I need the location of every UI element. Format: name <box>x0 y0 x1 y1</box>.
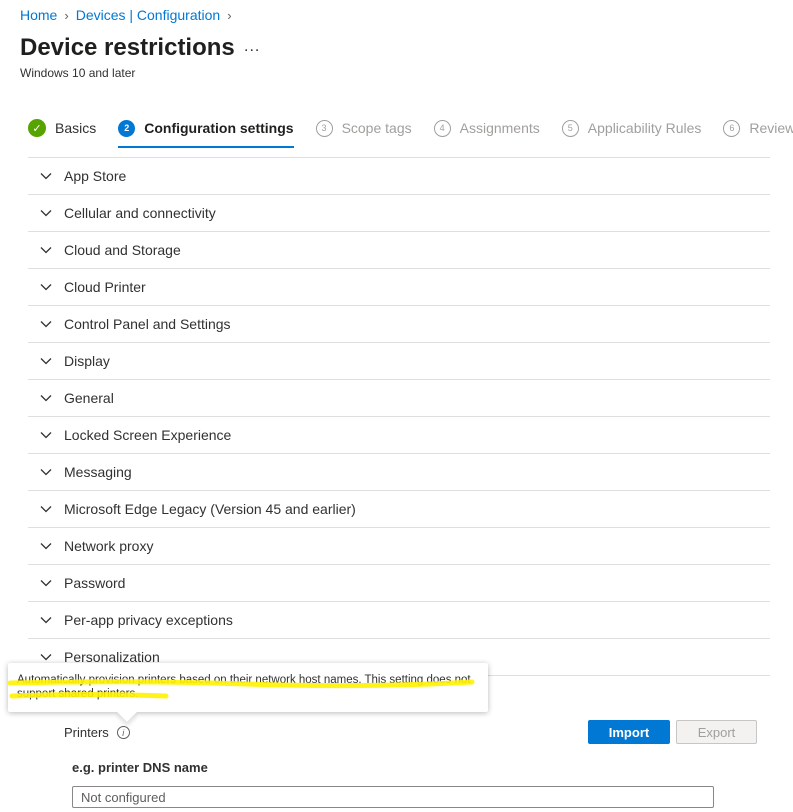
tooltip-beak <box>117 702 137 722</box>
export-button: Export <box>676 720 757 744</box>
chevron-down-icon <box>28 320 64 328</box>
chevron-down-icon <box>28 246 64 254</box>
accordion-item-general[interactable]: General <box>28 380 770 417</box>
chevron-down-icon <box>28 542 64 550</box>
import-button[interactable]: Import <box>588 720 670 744</box>
printer-dns-name-input[interactable] <box>72 786 714 808</box>
chevron-down-icon <box>28 431 64 439</box>
page-subtitle: Windows 10 and later <box>20 66 136 80</box>
settings-accordion: App Store Cellular and connectivity Cloud … <box>28 157 770 676</box>
step-number-icon: 6 <box>723 119 741 137</box>
printers-label-text: Printers <box>64 725 109 740</box>
step-number-icon: 4 <box>433 119 451 137</box>
chevron-down-icon <box>28 505 64 513</box>
step-number-icon: 5 <box>561 119 579 137</box>
info-icon[interactable]: i <box>116 726 130 739</box>
breadcrumb-home[interactable]: Home <box>20 7 57 23</box>
wizard-step-label: Applicability Rules <box>587 120 702 136</box>
wizard-step-label: Configuration settings <box>144 120 294 136</box>
more-options-button[interactable]: ... <box>244 38 260 56</box>
chevron-down-icon <box>28 468 64 476</box>
chevron-right-icon: › <box>227 7 232 23</box>
accordion-item-microsoft-edge-legacy-version-45-and-earlier[interactable]: Microsoft Edge Legacy (Version 45 and ea… <box>28 491 770 528</box>
accordion-item-network-proxy[interactable]: Network proxy <box>28 528 770 565</box>
wizard-step-label: Review <box>749 120 793 136</box>
accordion-item-label: Control Panel and Settings <box>64 316 231 332</box>
accordion-item-locked-screen-experience[interactable]: Locked Screen Experience <box>28 417 770 454</box>
wizard-step-assignments: 4 Assignments <box>433 116 540 140</box>
wizard-step-applicability-rules: 5 Applicability Rules <box>561 116 702 140</box>
chevron-down-icon <box>28 209 64 217</box>
wizard-step-label: Basics <box>55 120 97 136</box>
step-number-icon: 3 <box>315 119 333 137</box>
breadcrumb-devices-configuration[interactable]: Devices | Configuration <box>76 7 220 23</box>
accordion-item-label: App Store <box>64 168 127 184</box>
accordion-item-cloud-printer[interactable]: Cloud Printer <box>28 269 770 306</box>
accordion-item-per-app-privacy-exceptions[interactable]: Per-app privacy exceptions <box>28 602 770 639</box>
accordion-item-label: Cellular and connectivity <box>64 205 216 221</box>
accordion-item-cellular-and-connectivity[interactable]: Cellular and connectivity <box>28 195 770 232</box>
accordion-item-label: Per-app privacy exceptions <box>64 612 233 628</box>
chevron-down-icon <box>28 172 64 180</box>
printers-info-tooltip: Automatically provision printers based o… <box>8 663 488 722</box>
wizard-step-label: Assignments <box>459 120 540 136</box>
chevron-down-icon <box>28 579 64 587</box>
wizard-step-scope-tags: 3 Scope tags <box>315 116 412 140</box>
breadcrumb: Home › Devices | Configuration › <box>20 7 239 23</box>
accordion-item-label: Network proxy <box>64 538 154 554</box>
page-title: Device restrictions <box>20 34 235 61</box>
wizard-step-label: Scope tags <box>341 120 412 136</box>
accordion-item-app-store[interactable]: App Store <box>28 158 770 195</box>
accordion-item-password[interactable]: Password <box>28 565 770 602</box>
wizard-step-review: 6 Review <box>723 116 793 140</box>
printers-column-header: e.g. printer DNS name <box>72 760 208 775</box>
accordion-item-label: Locked Screen Experience <box>64 427 232 443</box>
accordion-item-label: Cloud and Storage <box>64 242 181 258</box>
accordion-item-messaging[interactable]: Messaging <box>28 454 770 491</box>
accordion-item-label: Microsoft Edge Legacy (Version 45 and ea… <box>64 501 356 517</box>
printers-setting-label: Printers i <box>60 725 140 743</box>
accordion-item-control-panel-and-settings[interactable]: Control Panel and Settings <box>28 306 770 343</box>
accordion-item-label: Password <box>64 575 126 591</box>
wizard-step-basics[interactable]: ✓ Basics <box>28 116 96 140</box>
chevron-right-icon: › <box>64 7 69 23</box>
accordion-item-cloud-and-storage[interactable]: Cloud and Storage <box>28 232 770 269</box>
wizard-steps: ✓ Basics 2 Configuration settings 3 Scop… <box>28 116 793 148</box>
chevron-down-icon <box>28 357 64 365</box>
chevron-down-icon <box>28 653 64 661</box>
chevron-down-icon <box>28 616 64 624</box>
tooltip-text: Automatically provision printers based o… <box>17 674 471 700</box>
step-number-icon: 2 <box>118 119 136 137</box>
accordion-item-label: Display <box>64 353 110 369</box>
chevron-down-icon <box>28 283 64 291</box>
chevron-down-icon <box>28 394 64 402</box>
accordion-item-label: General <box>64 390 114 406</box>
wizard-step-configuration-settings[interactable]: 2 Configuration settings <box>118 116 294 148</box>
accordion-item-label: Cloud Printer <box>64 279 146 295</box>
checkmark-icon: ✓ <box>28 119 46 137</box>
accordion-item-label: Messaging <box>64 464 132 480</box>
accordion-item-display[interactable]: Display <box>28 343 770 380</box>
